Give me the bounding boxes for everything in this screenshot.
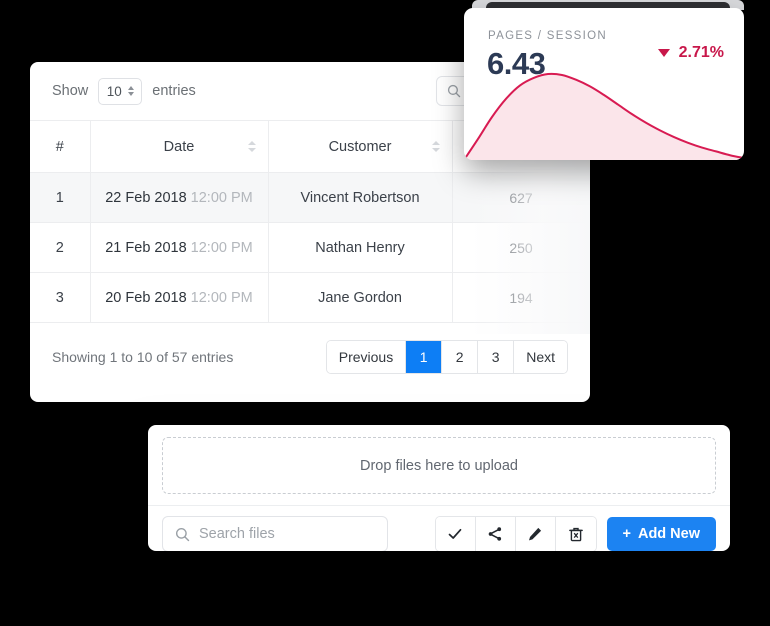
cell-date: 22 Feb 2018 12:00 PM (90, 172, 269, 223)
cell-customer: Jane Gordon (268, 272, 453, 323)
showing-entries-text: Showing 1 to 10 of 57 entries (52, 349, 234, 365)
stat-delta: 2.71% (657, 44, 724, 62)
column-header-num[interactable]: # (30, 120, 91, 173)
pencil-icon (529, 527, 542, 541)
share-button[interactable] (475, 517, 516, 551)
table-footer: Showing 1 to 10 of 57 entries Previous 1… (30, 323, 590, 391)
column-label: Customer (328, 138, 392, 155)
column-label: # (55, 138, 64, 155)
pagination-page-2[interactable]: 2 (442, 341, 479, 373)
page-length-value: 10 (106, 83, 122, 99)
upload-actions: + Add New (434, 516, 716, 551)
show-label: Show (52, 83, 89, 99)
delete-button[interactable] (555, 517, 596, 551)
entries-label: entries (152, 83, 196, 99)
cell-customer: Vincent Robertson (268, 172, 453, 223)
page-length-select[interactable]: 10 (98, 77, 143, 105)
cell-customer: Nathan Henry (268, 222, 453, 273)
cell-amount: 627 (452, 172, 590, 223)
stat-delta-value: 2.71% (678, 44, 724, 61)
cell-num: 1 (30, 172, 91, 223)
stat-card: PAGES / SESSION 6.43 2.71% (464, 8, 744, 160)
trash-icon (568, 527, 583, 542)
file-dropzone[interactable]: Drop files here to upload (162, 437, 716, 494)
file-upload-card: Drop files here to upload Search files +… (148, 425, 730, 551)
dropzone-text: Drop files here to upload (360, 457, 518, 474)
page-length-control: Show 10 entries (52, 77, 196, 105)
triangle-down-icon (657, 49, 670, 57)
sparkline-chart (464, 72, 744, 160)
pagination-page-1[interactable]: 1 (406, 341, 443, 373)
column-label: Date (163, 138, 195, 155)
add-new-button[interactable]: + Add New (606, 517, 716, 551)
approve-button[interactable] (435, 517, 476, 551)
check-icon (448, 528, 462, 539)
pagination: Previous 1 2 3 Next (325, 340, 568, 374)
sort-arrows-icon[interactable] (431, 141, 440, 152)
table-row[interactable]: 2 21 Feb 2018 12:00 PM Nathan Henry 250 (30, 222, 590, 273)
cell-amount: 250 (452, 222, 590, 273)
search-icon (175, 527, 190, 541)
search-icon (447, 84, 461, 98)
add-new-label: Add New (637, 526, 700, 542)
file-search-input[interactable]: Search files (199, 526, 275, 542)
action-icon-group (434, 516, 597, 551)
column-header-customer[interactable]: Customer (268, 120, 453, 173)
table-row[interactable]: 3 20 Feb 2018 12:00 PM Jane Gordon 194 (30, 272, 590, 323)
cell-date: 20 Feb 2018 12:00 PM (90, 272, 269, 323)
cell-date: 21 Feb 2018 12:00 PM (90, 222, 269, 273)
sort-arrows-icon[interactable] (247, 141, 256, 152)
upload-toolbar: Search files + Add New (148, 505, 730, 551)
screen-root: Show 10 entries Search... (0, 0, 770, 626)
pagination-next[interactable]: Next (514, 341, 567, 373)
file-search-box[interactable]: Search files (162, 516, 388, 551)
edit-button[interactable] (515, 517, 556, 551)
column-header-date[interactable]: Date (90, 120, 269, 173)
stat-label: PAGES / SESSION (488, 30, 607, 42)
share-icon (488, 527, 502, 541)
plus-icon: + (622, 526, 631, 542)
pagination-page-3[interactable]: 3 (478, 341, 515, 373)
table-row[interactable]: 1 22 Feb 2018 12:00 PM Vincent Robertson … (30, 172, 590, 223)
cell-amount: 194 (452, 272, 590, 323)
up-down-chevron-icon (128, 86, 135, 96)
cell-num: 2 (30, 222, 91, 273)
pagination-previous[interactable]: Previous (326, 341, 407, 373)
cell-num: 3 (30, 272, 91, 323)
